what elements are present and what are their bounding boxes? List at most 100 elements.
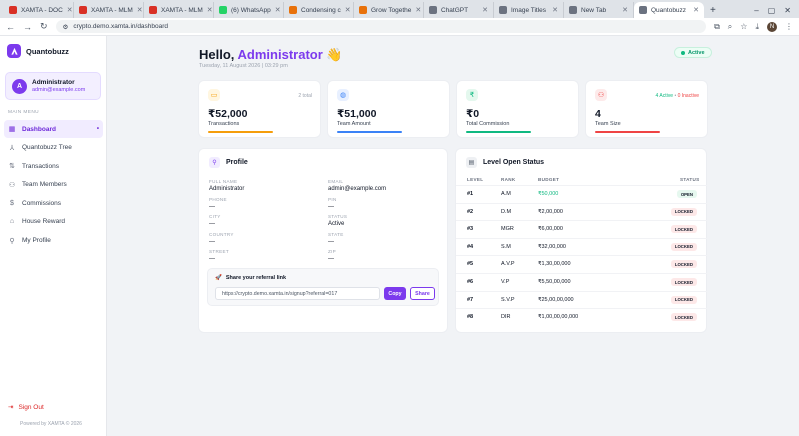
- rank-cell: S.V.P: [501, 296, 515, 303]
- sidebar-menu: ▦ Dashboard • ⅄ Quantobuzz Tree ⇅ Transactions…: [4, 120, 103, 250]
- share-button[interactable]: Share: [410, 287, 435, 300]
- browser-tab[interactable]: Quantobuzz ✕: [634, 2, 704, 18]
- sidebar-item-quantobuzz-tree[interactable]: ⅄ Quantobuzz Tree: [4, 139, 103, 157]
- sidebar-item-label: Dashboard: [22, 125, 56, 133]
- tab-close-icon[interactable]: ✕: [275, 6, 281, 14]
- browser-tab[interactable]: XAMTA - MLM ✕: [144, 2, 214, 18]
- field-label: EMAIL: [328, 179, 344, 184]
- tab-favicon-icon: [359, 6, 367, 14]
- tree-icon: ⅄: [9, 144, 15, 152]
- level-cell: #8: [467, 314, 474, 321]
- table-row: #6 V.P ₹5,50,00,000 LOCKED: [456, 273, 707, 291]
- new-tab-button[interactable]: +: [704, 2, 722, 18]
- url-field[interactable]: ⚙ crypto.demo.xamta.in/dashboard: [55, 20, 707, 33]
- browser-tab[interactable]: Image Titles ✕: [494, 2, 564, 18]
- budget-cell: ₹6,00,000: [538, 226, 563, 233]
- sidebar-item-transactions[interactable]: ⇅ Transactions: [4, 157, 103, 175]
- status-badge: LOCKED: [670, 207, 697, 216]
- inactive-count: 0 Inactive: [677, 93, 699, 99]
- stat-meta: 4 Active • 0 Inactive: [656, 93, 699, 99]
- dollar-icon: $: [10, 199, 14, 207]
- status-dot-icon: [681, 50, 685, 55]
- profile-title: Profile: [226, 159, 248, 166]
- stat-label: Team Amount: [337, 121, 371, 127]
- tab-label: XAMTA - MLM: [161, 6, 203, 14]
- cast-icon[interactable]: ⧉: [714, 22, 720, 32]
- referral-title: 🚀 Share your referral link: [215, 275, 286, 281]
- close-window-icon[interactable]: ✕: [784, 6, 791, 15]
- tab-close-icon[interactable]: ✕: [67, 6, 73, 14]
- sidebar-item-commissions[interactable]: $ Commissions: [4, 194, 103, 212]
- sign-out-button[interactable]: ⇥ Sign Out: [8, 403, 44, 412]
- stat-card-team-size[interactable]: ⚇ 4 Active • 0 Inactive 4 Team Size: [585, 80, 708, 138]
- globe-icon: ◍: [337, 89, 349, 101]
- forward-icon[interactable]: →: [23, 22, 32, 32]
- rupee-icon: ₹: [466, 89, 478, 101]
- tab-close-icon[interactable]: ✕: [482, 6, 488, 14]
- browser-tab[interactable]: New Tab ✕: [564, 2, 634, 18]
- browser-menu-icon[interactable]: ⋮: [785, 22, 793, 31]
- sidebar-item-dashboard[interactable]: ▦ Dashboard •: [4, 120, 103, 138]
- browser-tab[interactable]: Grow Togethe ✕: [354, 2, 424, 18]
- brand[interactable]: Quantobuzz: [7, 44, 69, 58]
- active-count: 4 Active: [655, 93, 674, 99]
- referral-link-input[interactable]: [215, 287, 380, 300]
- tab-close-icon[interactable]: ✕: [415, 6, 421, 14]
- copy-button[interactable]: Copy: [384, 287, 406, 300]
- minimize-icon[interactable]: –: [754, 6, 758, 15]
- budget-cell: ₹2,00,000: [538, 208, 563, 215]
- tab-close-icon[interactable]: ✕: [207, 6, 213, 14]
- table-row: #5 A.V.P ₹1,30,00,000 LOCKED: [456, 255, 707, 273]
- zoom-icon[interactable]: ⌕: [728, 22, 732, 32]
- sidebar-item-house-reward[interactable]: ⌂ House Reward: [4, 213, 103, 231]
- browser-tab[interactable]: (6) WhatsApp ✕: [214, 2, 284, 18]
- tab-label: Condensing c: [301, 6, 341, 14]
- maximize-icon[interactable]: ▢: [768, 6, 776, 15]
- browser-tab[interactable]: XAMTA - DOC ✕: [4, 2, 74, 18]
- column-header-rank: RANK: [501, 177, 516, 182]
- tab-close-icon[interactable]: ✕: [693, 6, 699, 14]
- stat-card-transactions[interactable]: ▭ 2 total ₹52,000 Transactions: [198, 80, 321, 138]
- back-icon[interactable]: ←: [6, 22, 15, 32]
- site-info-icon[interactable]: ⚙: [63, 23, 69, 31]
- tab-close-icon[interactable]: ✕: [552, 6, 558, 14]
- profile-field-zip: ZIP —: [328, 249, 428, 262]
- tab-favicon-icon: [9, 6, 17, 14]
- field-label: STATUS: [328, 214, 348, 219]
- tab-close-icon[interactable]: ✕: [137, 6, 143, 14]
- stat-progress-bar: [595, 131, 660, 133]
- field-label: COUNTRY: [209, 231, 234, 237]
- status-badge: LOCKED: [670, 260, 697, 269]
- page-title: Hello, Administrator 👋: [199, 47, 343, 63]
- grid-icon: ▦: [8, 126, 16, 133]
- profile-field-state: STATE —: [328, 232, 428, 245]
- sidebar-item-team-members[interactable]: ⚇ Team Members: [4, 176, 103, 194]
- tab-close-icon[interactable]: ✕: [622, 6, 628, 14]
- stat-card-total-commission[interactable]: ₹ ₹0 Total Commission: [456, 80, 579, 138]
- table-row: #8 DIR ₹1,00,00,00,000 LOCKED: [456, 308, 707, 326]
- column-header-status: STATUS: [680, 177, 700, 182]
- budget-cell: ₹1,30,00,000: [538, 261, 571, 268]
- download-icon[interactable]: ⤓: [755, 22, 759, 32]
- browser-profile-avatar[interactable]: N: [767, 21, 777, 32]
- reload-icon[interactable]: ↻: [40, 21, 48, 32]
- user-card[interactable]: A Administrator admin@example.com: [5, 72, 101, 100]
- stat-card-team-amount[interactable]: ◍ ₹51,000 Team Amount: [327, 80, 450, 138]
- browser-tab[interactable]: ChatGPT ✕: [424, 2, 494, 18]
- powered-by: Powered by XAMTA © 2026: [20, 421, 82, 427]
- rocket-icon: 🚀: [215, 275, 222, 281]
- bookmark-star-icon[interactable]: ☆: [740, 22, 747, 31]
- sidebar-item-my-profile[interactable]: ⚲ My Profile: [4, 232, 103, 250]
- sidebar: Quantobuzz A Administrator admin@example…: [0, 36, 107, 436]
- table-row: #1 A.M ₹50,000 OPEN: [456, 185, 707, 203]
- column-header-level: LEVEL: [467, 177, 484, 182]
- browser-tab[interactable]: Condensing c ✕: [284, 2, 354, 18]
- browser-tab[interactable]: XAMTA - MLM ✕: [74, 2, 144, 18]
- level-cell: #5: [467, 261, 474, 268]
- brand-logo-icon: [7, 44, 21, 58]
- tab-label: (6) WhatsApp: [231, 6, 271, 14]
- tab-close-icon[interactable]: ✕: [345, 6, 351, 14]
- field-label: ZIP: [328, 249, 337, 254]
- tab-label: XAMTA - DOC: [21, 6, 63, 14]
- level-cell: #7: [467, 296, 474, 303]
